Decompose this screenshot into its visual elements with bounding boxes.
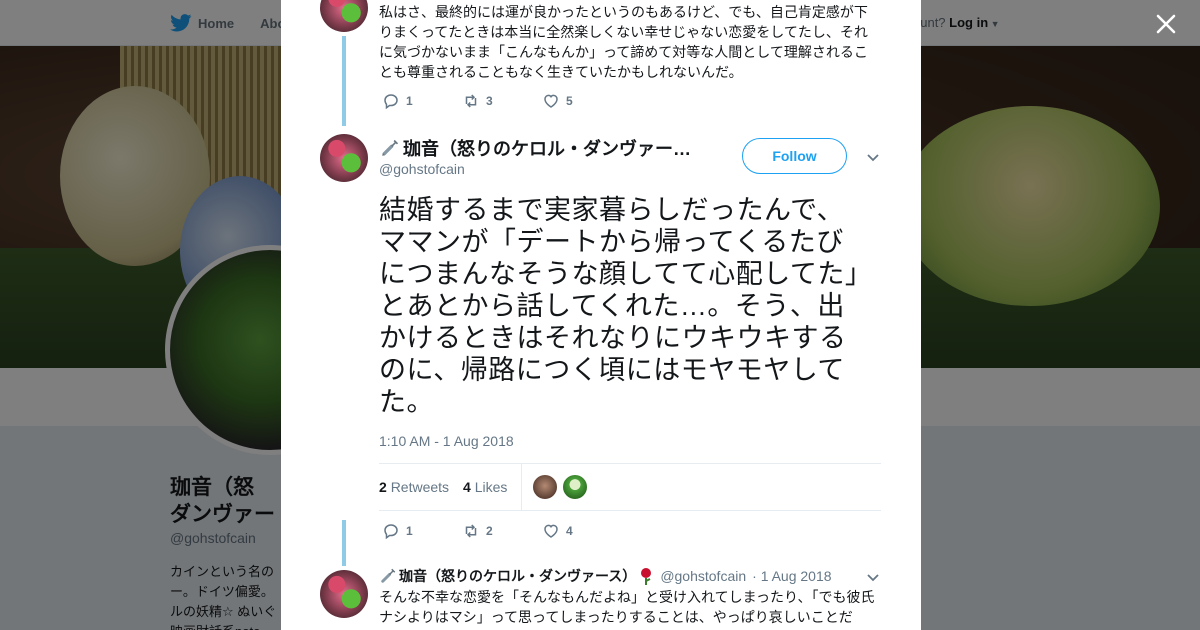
avatar[interactable] [320, 0, 368, 32]
retweet-stat[interactable]: 2 Retweets [379, 479, 449, 495]
author-handle[interactable]: @gohstofcain [379, 161, 465, 177]
retweet-icon [465, 524, 477, 538]
retweet-count: 2 [486, 524, 493, 538]
reply-tweet-text: そんな不幸な恋愛を「そんなもんだよね」と受け入れてしまったり、「でも彼氏ナシより… [379, 589, 875, 625]
chevron-down-icon[interactable] [866, 150, 880, 164]
reply-icon [384, 94, 398, 110]
reply-author-name[interactable]: 珈音（怒りのケロル・ダンヴァース） [399, 566, 636, 586]
author-avatar[interactable] [320, 134, 368, 182]
reply-tweet-header: 珈音（怒りのケロル・ダンヴァース） @gohstofcain · 1 Aug 2… [379, 566, 832, 586]
close-icon[interactable] [1154, 12, 1178, 36]
thread-connector [342, 36, 346, 126]
tweet-timestamp[interactable]: 1:10 AM - 1 Aug 2018 [379, 433, 514, 449]
tweet-text: 結婚するまで実家暮らしだったんで、ママンが「デートから帰ってくるたびにつまんなそ… [379, 195, 859, 417]
heart-icon [544, 94, 558, 108]
tweet-permalink-modal: 私はさ、最終的には運が良かったというのもあるけど、でも、自己肯定感が下りまくって… [281, 0, 921, 630]
retweet-stat-number: 2 [379, 479, 387, 495]
thread-connector [342, 520, 346, 566]
heart-icon [544, 524, 558, 538]
follow-button[interactable]: Follow [742, 138, 847, 174]
rose-icon [641, 568, 652, 585]
like-count: 4 [566, 524, 573, 538]
like-stat-label: Likes [474, 479, 508, 495]
liker-avatar[interactable] [562, 474, 589, 500]
retweet-button[interactable]: 3 [462, 92, 542, 110]
author-display-name[interactable]: 珈音（怒りのケロル・ダンヴァー… [379, 135, 699, 161]
previous-tweet-text: 私はさ、最終的には運が良かったというのもあるけど、でも、自己肯定感が下りまくって… [379, 4, 868, 80]
syringe-icon [382, 139, 399, 156]
author-name-text: 珈音（怒りのケロル・ダンヴァー… [403, 139, 691, 159]
reply-author-handle[interactable]: @gohstofcain [660, 568, 746, 584]
retweet-stat-label: Retweets [390, 479, 450, 495]
reply-icon [384, 524, 398, 540]
like-button[interactable]: 5 [542, 92, 622, 110]
chevron-down-icon[interactable] [866, 570, 880, 584]
tweet-stats: 2 Retweets 4 Likes [379, 463, 881, 511]
like-count: 5 [566, 94, 573, 108]
previous-tweet-actions: 1 3 5 [382, 92, 622, 110]
reply-date[interactable]: · 1 Aug 2018 [752, 568, 831, 584]
avatar[interactable] [320, 570, 368, 618]
like-button[interactable]: 4 [542, 522, 622, 540]
liker-avatar[interactable] [532, 474, 559, 500]
reply-count: 1 [406, 524, 413, 538]
like-stat[interactable]: 4 Likes [463, 479, 507, 495]
retweet-button[interactable]: 2 [462, 522, 542, 540]
retweet-count: 3 [486, 94, 493, 108]
reply-button[interactable]: 1 [382, 92, 462, 110]
main-tweet-actions: 1 2 4 [382, 522, 622, 540]
like-stat-number: 4 [463, 479, 471, 495]
retweet-icon [465, 94, 477, 108]
syringe-icon [381, 568, 396, 583]
stats-divider [521, 463, 523, 511]
reply-button[interactable]: 1 [382, 522, 462, 540]
reply-count: 1 [406, 94, 413, 108]
